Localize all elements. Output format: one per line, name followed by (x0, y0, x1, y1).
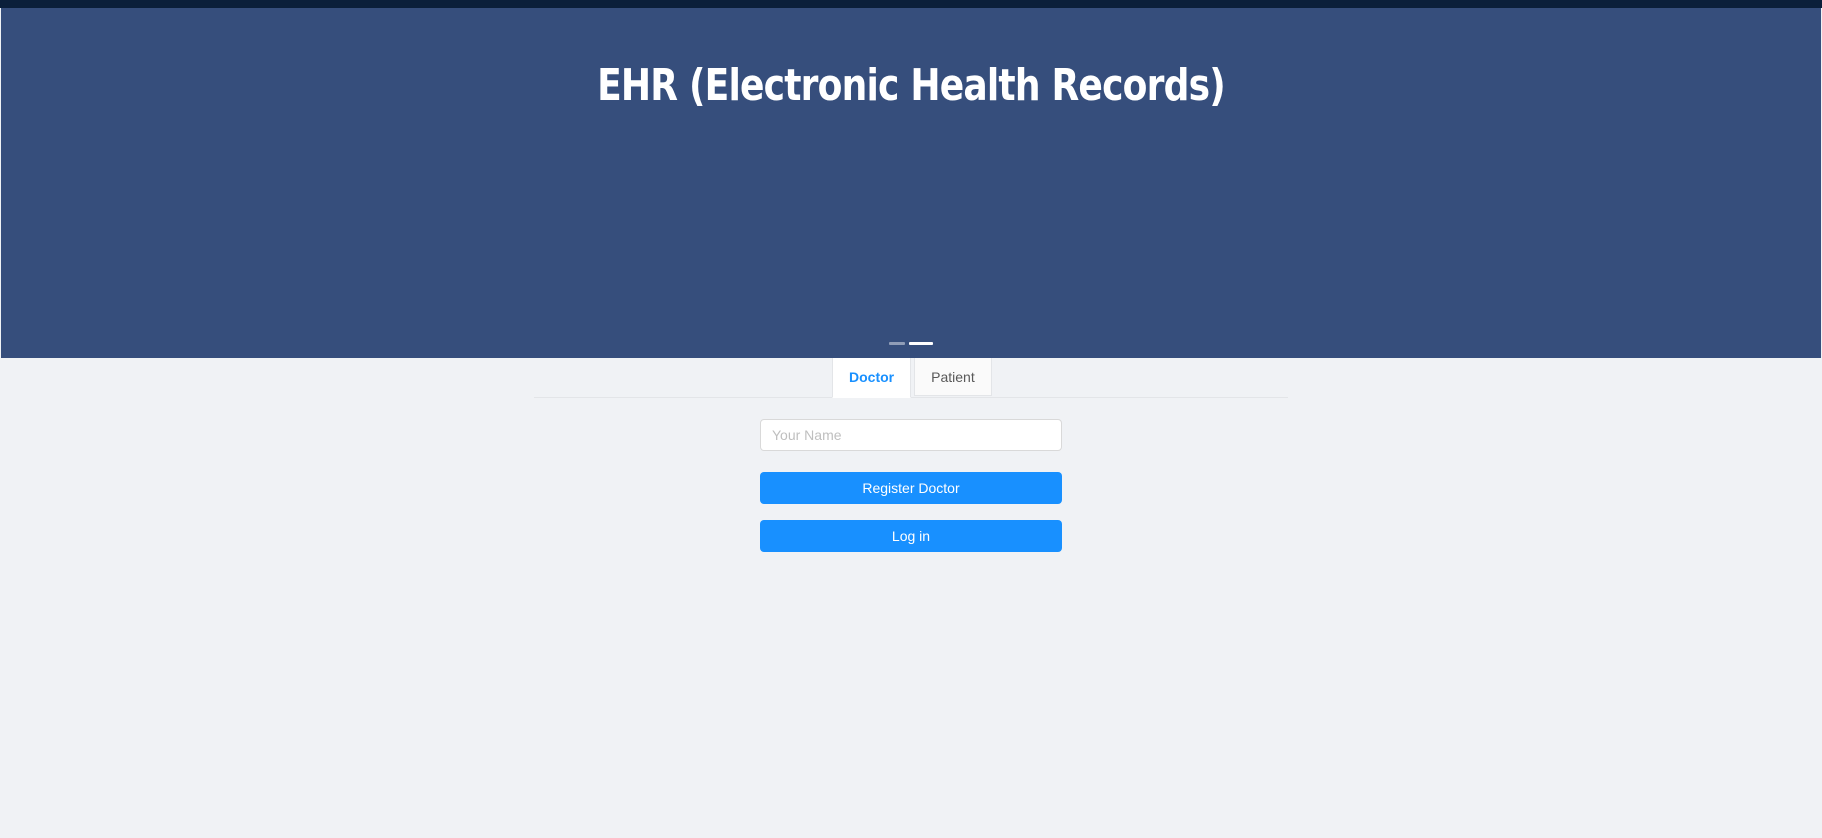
carousel-dots (1, 342, 1821, 345)
login-button[interactable]: Log in (760, 520, 1062, 552)
tab-patient[interactable]: Patient (914, 358, 992, 396)
carousel-dot-2[interactable] (909, 342, 933, 345)
role-tabs: Doctor Patient (832, 358, 992, 398)
top-strip (0, 0, 1822, 8)
carousel-dot-1[interactable] (889, 342, 905, 345)
role-tabs-bar: Doctor Patient (534, 358, 1288, 398)
page-title: EHR (Electronic Health Records) (597, 60, 1226, 111)
register-doctor-button[interactable]: Register Doctor (760, 472, 1062, 504)
name-input[interactable] (760, 419, 1062, 451)
doctor-form: Register Doctor Log in (760, 419, 1062, 552)
tab-doctor[interactable]: Doctor (832, 358, 912, 398)
hero-banner: EHR (Electronic Health Records) (1, 8, 1821, 358)
